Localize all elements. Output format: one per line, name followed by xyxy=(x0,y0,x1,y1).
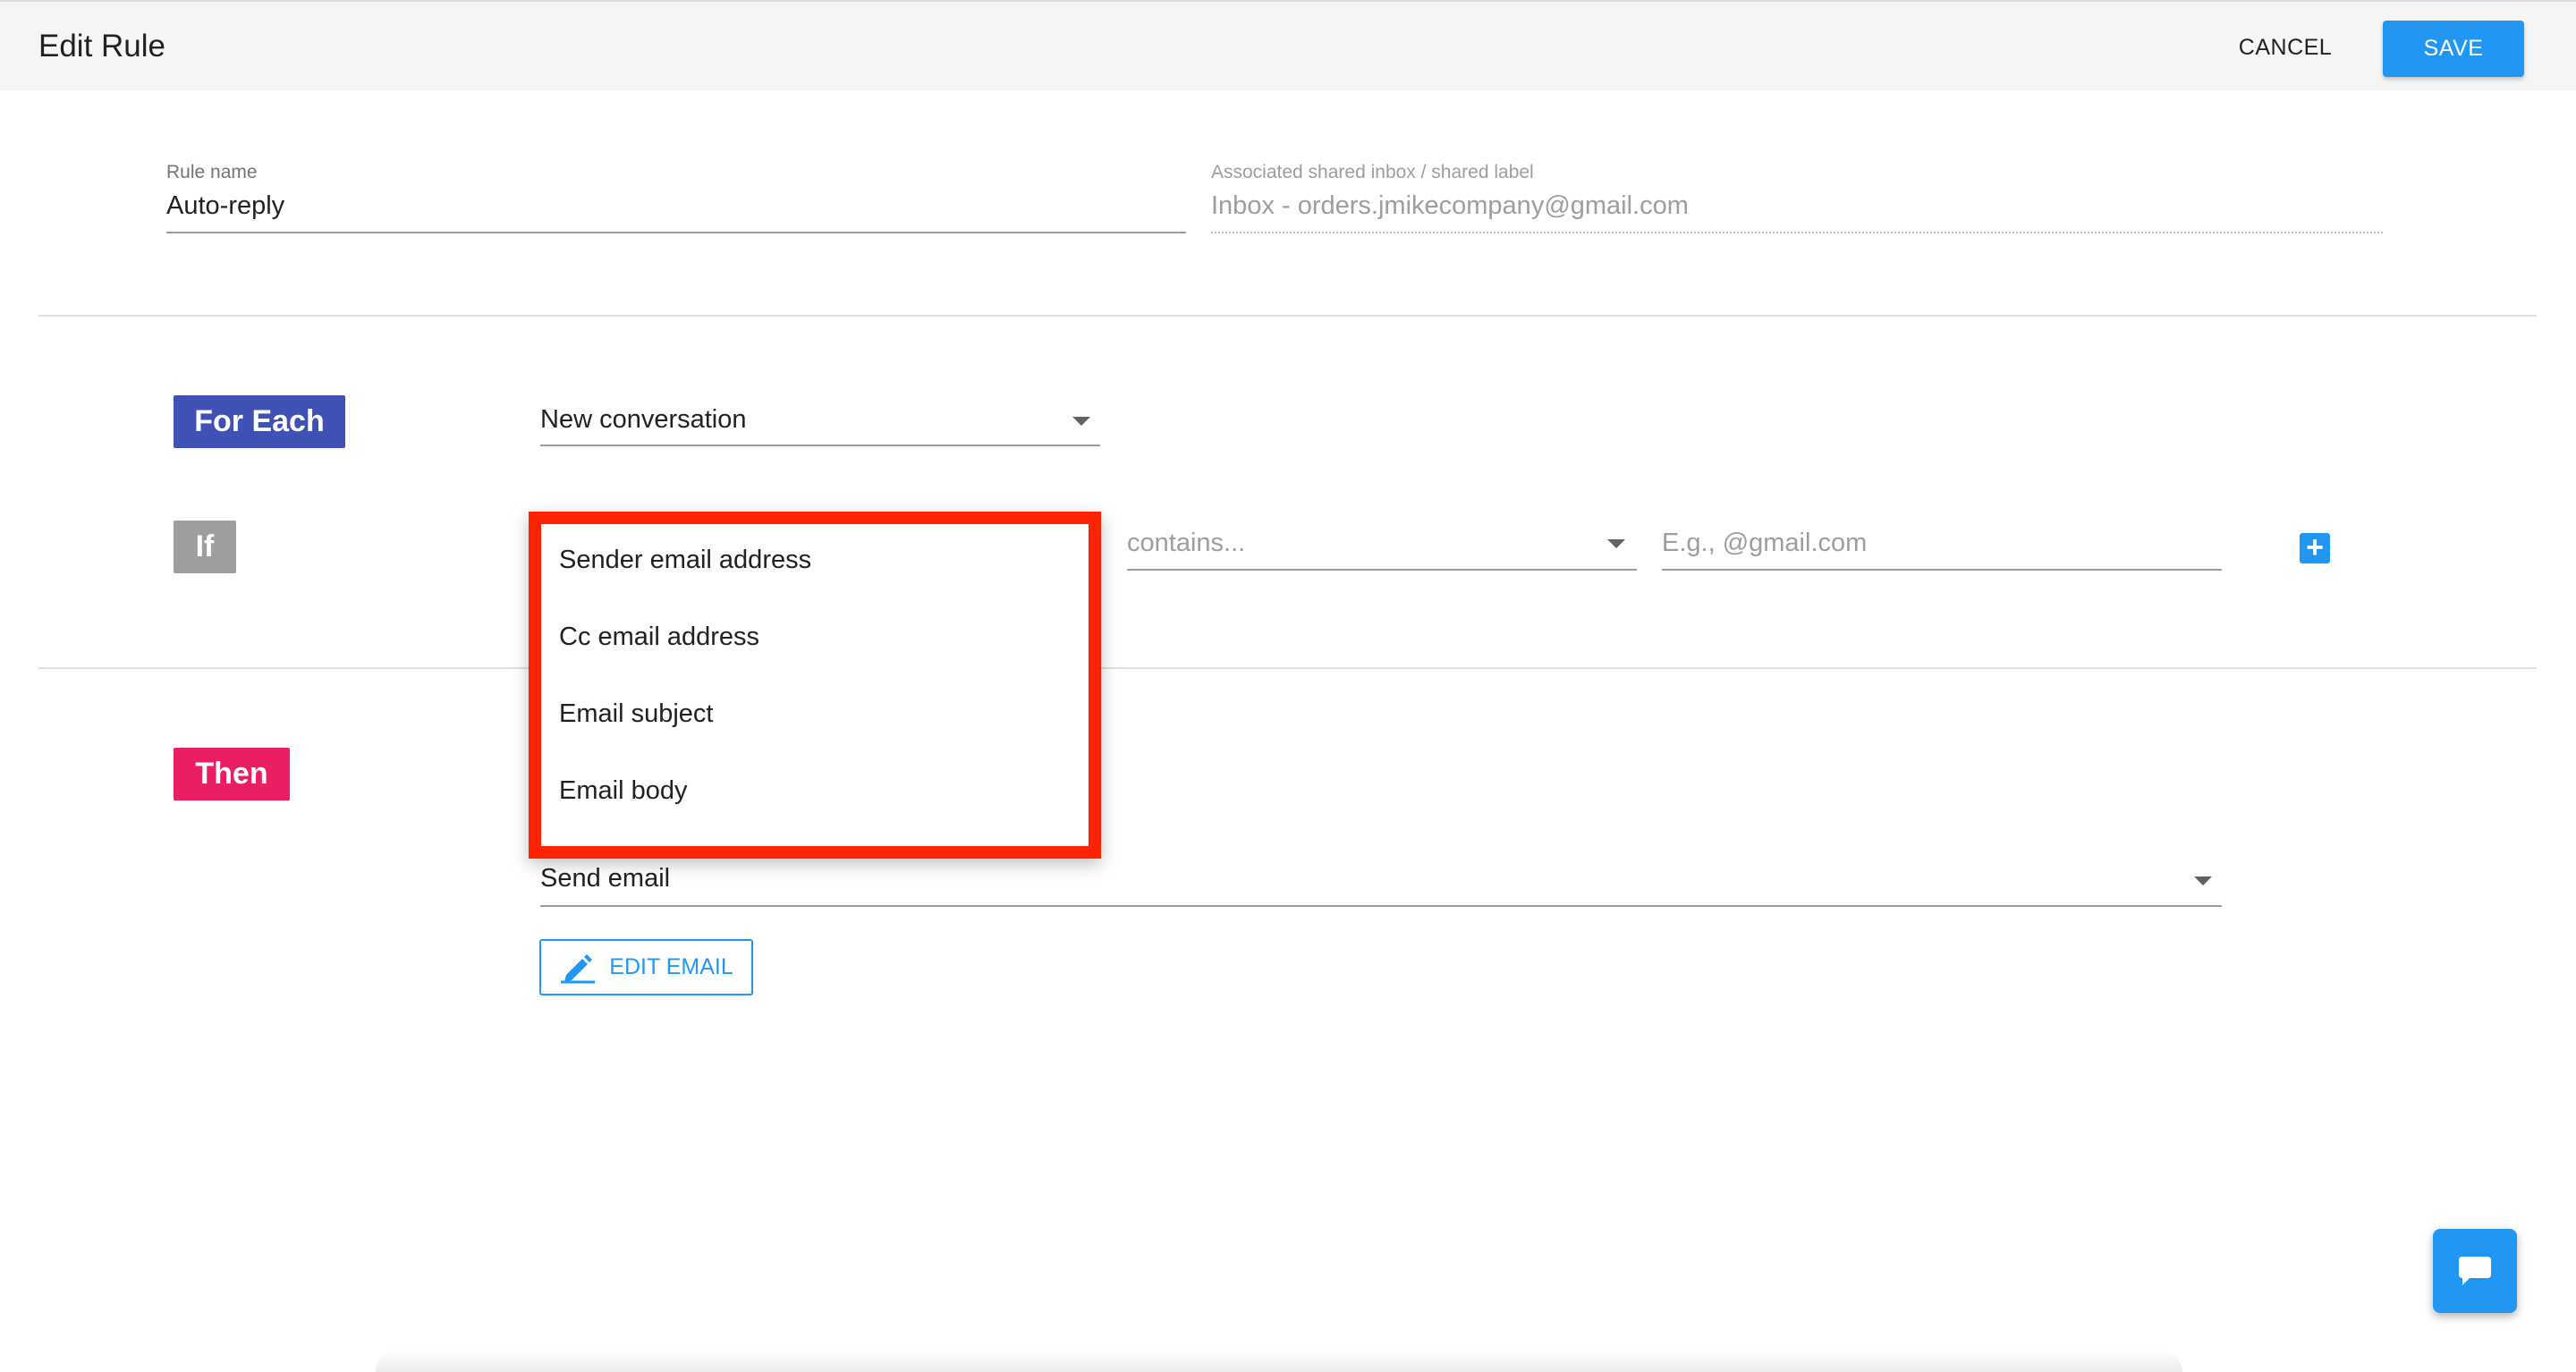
chevron-down-icon xyxy=(2194,877,2212,885)
chevron-down-icon xyxy=(1607,539,1625,548)
rule-name-underline xyxy=(166,232,1186,233)
page-title: Edit Rule xyxy=(38,29,166,64)
shared-inbox-value: Inbox - orders.jmikecompany@gmail.com xyxy=(1211,191,1689,220)
section-divider xyxy=(38,315,2537,317)
plus-icon[interactable]: + xyxy=(2300,532,2330,563)
edit-email-button[interactable]: EDIT EMAIL xyxy=(539,939,753,995)
rule-name-label: Rule name xyxy=(166,162,258,182)
shared-inbox-label: Associated shared inbox / shared label xyxy=(1211,162,1534,182)
chat-bubble-icon xyxy=(2459,1257,2491,1285)
rule-name-input[interactable]: Auto-reply xyxy=(166,191,284,221)
bottom-panel-shadow xyxy=(376,1351,2182,1372)
edit-email-label: EDIT EMAIL xyxy=(609,954,733,979)
action-select-value: Send email xyxy=(540,864,671,893)
top-bar: Edit Rule CANCEL SAVE xyxy=(0,0,2576,90)
then-tag: Then xyxy=(174,748,290,800)
action-select-underline xyxy=(540,905,2222,907)
chevron-down-icon xyxy=(1072,417,1090,426)
edit-pen-icon xyxy=(561,953,596,983)
dropdown-option[interactable]: Email body xyxy=(559,764,687,817)
for-each-select-underline xyxy=(540,445,1100,446)
condition-value-underline xyxy=(1662,569,2222,571)
operator-select-value: contains... xyxy=(1127,529,1246,557)
dropdown-option[interactable]: Email subject xyxy=(559,687,713,741)
operator-select-underline xyxy=(1127,569,1637,571)
shared-inbox-underline xyxy=(1211,232,2383,233)
dropdown-option[interactable]: Cc email address xyxy=(559,610,759,664)
dropdown-option[interactable]: Sender email address xyxy=(559,533,811,587)
save-button[interactable]: SAVE xyxy=(2383,21,2524,77)
chat-button[interactable] xyxy=(2433,1229,2517,1313)
for-each-select-value: New conversation xyxy=(540,405,747,434)
condition-field-dropdown: Sender email address Cc email address Em… xyxy=(529,512,1101,859)
for-each-tag: For Each xyxy=(174,395,345,448)
cancel-button[interactable]: CANCEL xyxy=(2227,21,2343,73)
if-tag: If xyxy=(174,521,236,573)
condition-value-placeholder: E.g., @gmail.com xyxy=(1662,529,1868,557)
section-divider xyxy=(38,667,2537,669)
